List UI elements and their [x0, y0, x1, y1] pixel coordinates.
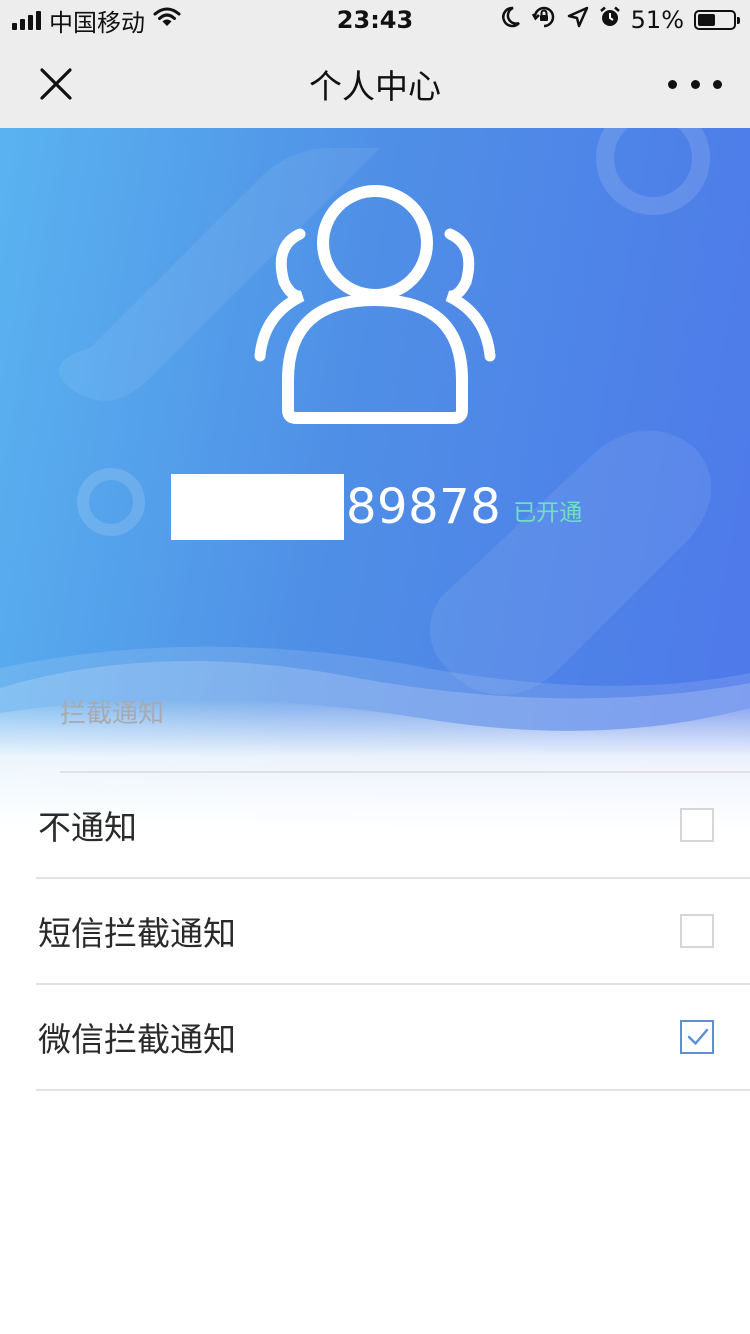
- users-icon: [254, 185, 496, 424]
- moon-icon: [501, 6, 521, 34]
- option-label: 微信拦截通知: [38, 1020, 236, 1059]
- option-no-notify[interactable]: 不通知: [36, 773, 750, 879]
- checkbox-checked[interactable]: [680, 1020, 714, 1054]
- more-dots-icon: [668, 79, 677, 89]
- page-title: 个人中心: [309, 67, 441, 106]
- more-button[interactable]: [668, 68, 722, 100]
- checkbox[interactable]: [680, 808, 714, 842]
- option-label: 不通知: [38, 808, 137, 847]
- section-title: 拦截通知: [60, 699, 165, 729]
- option-label: 短信拦截通知: [38, 914, 236, 953]
- phone-number: 89878: [346, 479, 502, 535]
- more-dots-icon: [713, 79, 722, 89]
- battery-level: [698, 14, 716, 26]
- battery-percent: 51%: [630, 6, 684, 34]
- phone-redaction: [171, 474, 344, 540]
- option-wechat-notify[interactable]: 微信拦截通知: [36, 985, 750, 1091]
- notification-options: 不通知 短信拦截通知 微信拦截通知: [36, 773, 750, 1091]
- alarm-icon: [599, 6, 621, 34]
- nav-bar: 个人中心: [0, 40, 750, 128]
- checkbox[interactable]: [680, 914, 714, 948]
- location-arrow-icon: [567, 6, 589, 34]
- status-badge: 已开通: [513, 500, 583, 526]
- status-bar: 中国移动 23:43 51%: [0, 0, 750, 40]
- check-icon: [687, 1028, 709, 1045]
- option-sms-notify[interactable]: 短信拦截通知: [36, 879, 750, 985]
- battery-icon: [694, 10, 740, 30]
- more-dots-icon: [690, 79, 700, 89]
- screen: 中国移动 23:43 51% 个人中心 89878 已开通 拦截通知 不通知 短…: [0, 0, 750, 1334]
- orientation-lock-icon: [531, 5, 557, 35]
- status-right: 51%: [501, 0, 740, 40]
- account-row: 89878 已开通: [171, 474, 582, 540]
